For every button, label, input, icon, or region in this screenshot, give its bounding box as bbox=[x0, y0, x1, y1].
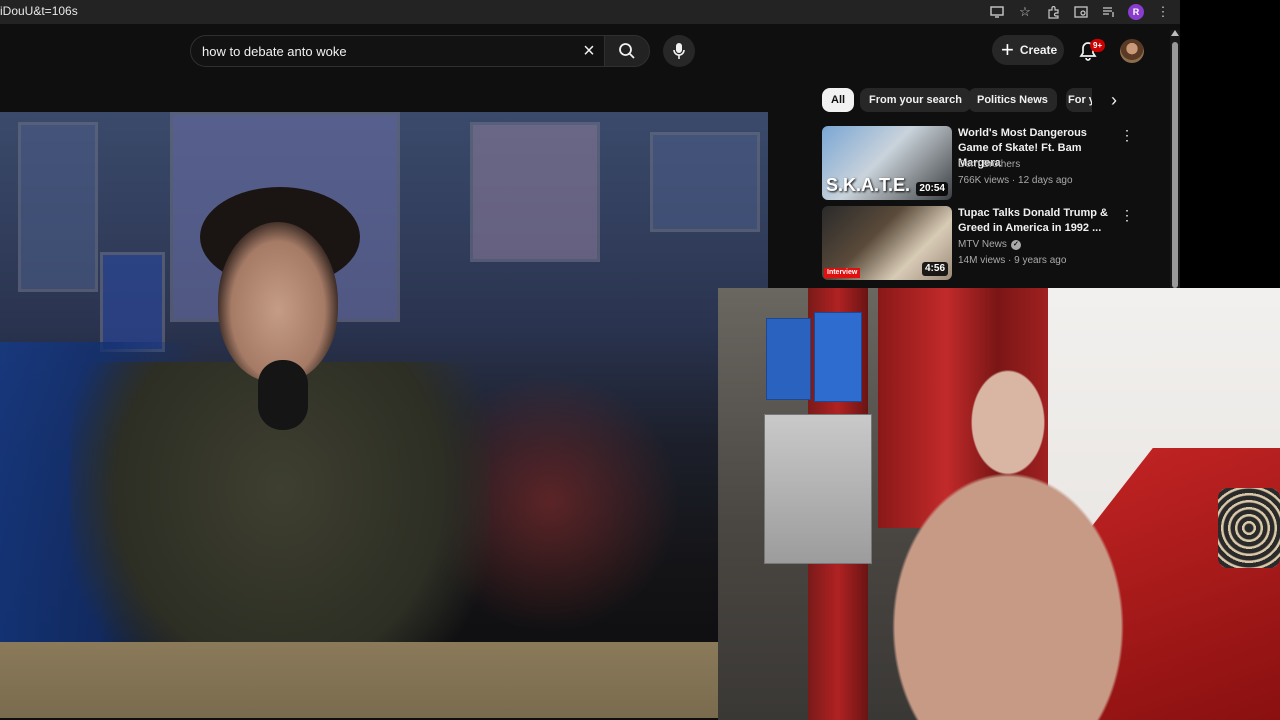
chevron-right-icon[interactable]: › bbox=[1102, 88, 1126, 112]
plus-icon: + bbox=[1001, 37, 1014, 62]
chip-all[interactable]: All bbox=[822, 88, 855, 112]
scrollbar-thumb[interactable] bbox=[1172, 42, 1178, 288]
chip-politics-news[interactable]: Politics News bbox=[968, 88, 1057, 112]
video-player[interactable] bbox=[0, 112, 768, 718]
wall-frame bbox=[470, 122, 600, 262]
voice-search-button[interactable] bbox=[663, 35, 695, 67]
recommended-video[interactable]: Interview 4:56 Tupac Talks Donald Trump … bbox=[822, 206, 1152, 282]
recommended-video[interactable]: S.K.A.T.E. 20:54 World's Most Dangerous … bbox=[822, 126, 1152, 202]
video-metadata: 766K views · 12 days ago bbox=[958, 175, 1073, 186]
microphone-prop bbox=[258, 360, 308, 430]
menu-icon[interactable]: ⋮ bbox=[1154, 3, 1172, 21]
channel-name[interactable]: Dern Brothers bbox=[958, 159, 1020, 170]
create-label: Create bbox=[1019, 43, 1058, 57]
video-duration: 4:56 bbox=[921, 262, 948, 276]
search-icon bbox=[619, 43, 635, 59]
browser-profile-avatar[interactable]: R bbox=[1128, 4, 1144, 20]
search-input[interactable]: how to debate anto woke bbox=[190, 35, 604, 67]
browser-toolbar: iDouU&t=106s ☆ R ⋮ bbox=[0, 0, 1180, 24]
more-actions-icon[interactable]: ⋮ bbox=[1120, 206, 1134, 224]
webcam-person bbox=[798, 348, 1218, 720]
video-thumbnail[interactable]: Interview 4:56 bbox=[822, 206, 952, 280]
channel-name-text: Dern Brothers bbox=[958, 159, 1021, 170]
star-icon[interactable]: ☆ bbox=[1016, 3, 1034, 21]
cast-icon[interactable] bbox=[988, 3, 1006, 21]
wall-frame bbox=[650, 132, 760, 232]
speaker-face bbox=[218, 222, 338, 382]
video-duration: 20:54 bbox=[916, 182, 948, 196]
microphone-icon bbox=[673, 43, 685, 59]
chip-from-your-search[interactable]: From your search bbox=[860, 88, 971, 112]
clear-search-button[interactable]: × bbox=[580, 41, 598, 61]
empty-area bbox=[1180, 0, 1280, 288]
video-title[interactable]: Tupac Talks Donald Trump & Greed in Amer… bbox=[958, 206, 1116, 236]
chip-for-you[interactable]: For y bbox=[1066, 88, 1092, 112]
account-avatar[interactable] bbox=[1120, 39, 1144, 63]
search-button[interactable] bbox=[604, 35, 650, 67]
webcam-overlay bbox=[718, 288, 1280, 720]
thumbnail-label: Interview bbox=[824, 268, 861, 278]
media-control-icon[interactable] bbox=[1100, 3, 1118, 21]
search-query-text: how to debate anto woke bbox=[202, 44, 347, 59]
wall-frame bbox=[18, 122, 98, 292]
scroll-up-arrow-icon[interactable] bbox=[1171, 30, 1179, 36]
verified-badge-icon: ✓ bbox=[1010, 239, 1021, 250]
channel-name[interactable]: MTV News ✓ bbox=[958, 239, 1021, 250]
address-bar-url[interactable]: iDouU&t=106s bbox=[0, 4, 78, 18]
more-actions-icon[interactable]: ⋮ bbox=[1120, 126, 1134, 144]
notification-count-badge: 9+ bbox=[1090, 39, 1106, 52]
page-scrollbar[interactable] bbox=[1170, 30, 1180, 288]
video-thumbnail[interactable]: S.K.A.T.E. 20:54 bbox=[822, 126, 952, 200]
wooden-table bbox=[0, 642, 718, 718]
create-button[interactable]: + Create bbox=[992, 35, 1064, 65]
video-metadata: 14M views · 9 years ago bbox=[958, 255, 1067, 266]
browser-action-icons: ☆ R ⋮ bbox=[988, 2, 1172, 22]
tab-search-icon[interactable] bbox=[1072, 3, 1090, 21]
channel-name-text: MTV News bbox=[958, 239, 1007, 250]
wall-frame bbox=[100, 252, 165, 352]
patterned-pillow bbox=[1218, 488, 1280, 568]
thumbnail-text: S.K.A.T.E. bbox=[826, 175, 911, 195]
extensions-icon[interactable] bbox=[1044, 3, 1062, 21]
